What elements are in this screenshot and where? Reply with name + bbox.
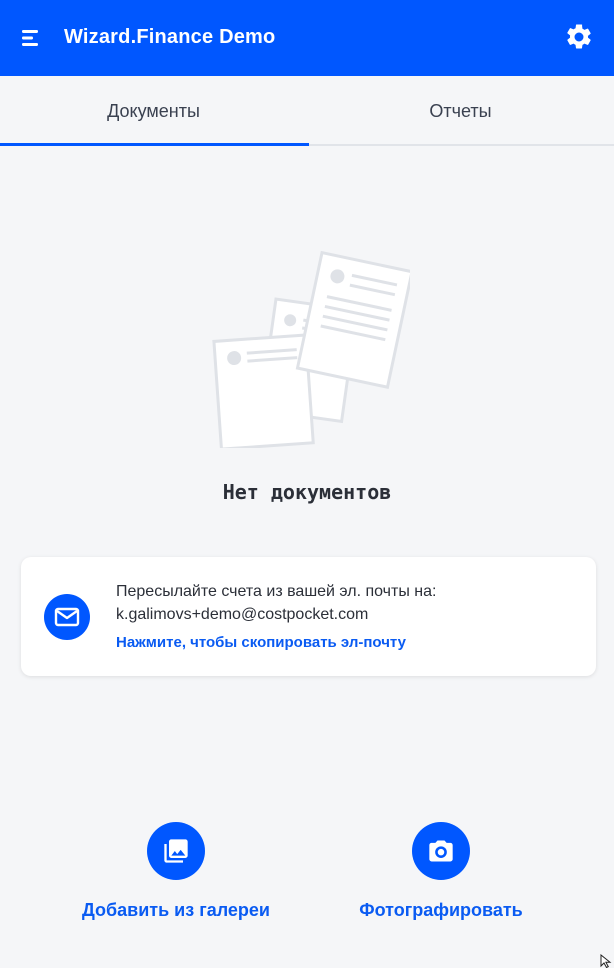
forward-instruction: Пересылайте счета из вашей эл. почты на:: [116, 583, 437, 600]
menu-icon: [22, 30, 38, 46]
gallery-icon: [164, 839, 188, 863]
menu-button[interactable]: [16, 24, 46, 52]
camera-button-label: Фотографировать: [359, 900, 523, 920]
mail-icon: [54, 607, 80, 627]
copy-email-link[interactable]: Нажмите, чтобы скопировать эл-почту: [116, 634, 406, 651]
documents-illustration: [212, 250, 410, 448]
mail-icon-badge: [44, 594, 90, 640]
settings-button[interactable]: [562, 20, 596, 54]
app-title: Wizard.Finance Demo: [64, 26, 276, 48]
tab-bar: Документы Отчеты: [0, 76, 614, 146]
mouse-cursor-icon: [600, 954, 612, 968]
add-from-gallery-button[interactable]: Добавить из галереи: [66, 822, 286, 921]
email-forward-card: Пересылайте счета из вашей эл. почты на:…: [21, 557, 596, 676]
gallery-button-label: Добавить из галереи: [82, 900, 270, 920]
camera-icon-badge: [412, 822, 470, 880]
app-bar: Wizard.Finance Demo: [0, 0, 614, 76]
gear-icon: [567, 24, 591, 49]
empty-state-title: Нет документов: [222, 480, 392, 504]
camera-icon: [429, 840, 453, 862]
tab-reports[interactable]: Отчеты: [307, 76, 614, 146]
take-photo-button[interactable]: Фотографировать: [346, 822, 536, 921]
gallery-icon-badge: [147, 822, 205, 880]
forward-email-address: k.galimovs+demo@costpocket.com: [116, 606, 369, 623]
tab-documents[interactable]: Документы: [0, 76, 307, 146]
active-tab-indicator: [0, 143, 309, 146]
